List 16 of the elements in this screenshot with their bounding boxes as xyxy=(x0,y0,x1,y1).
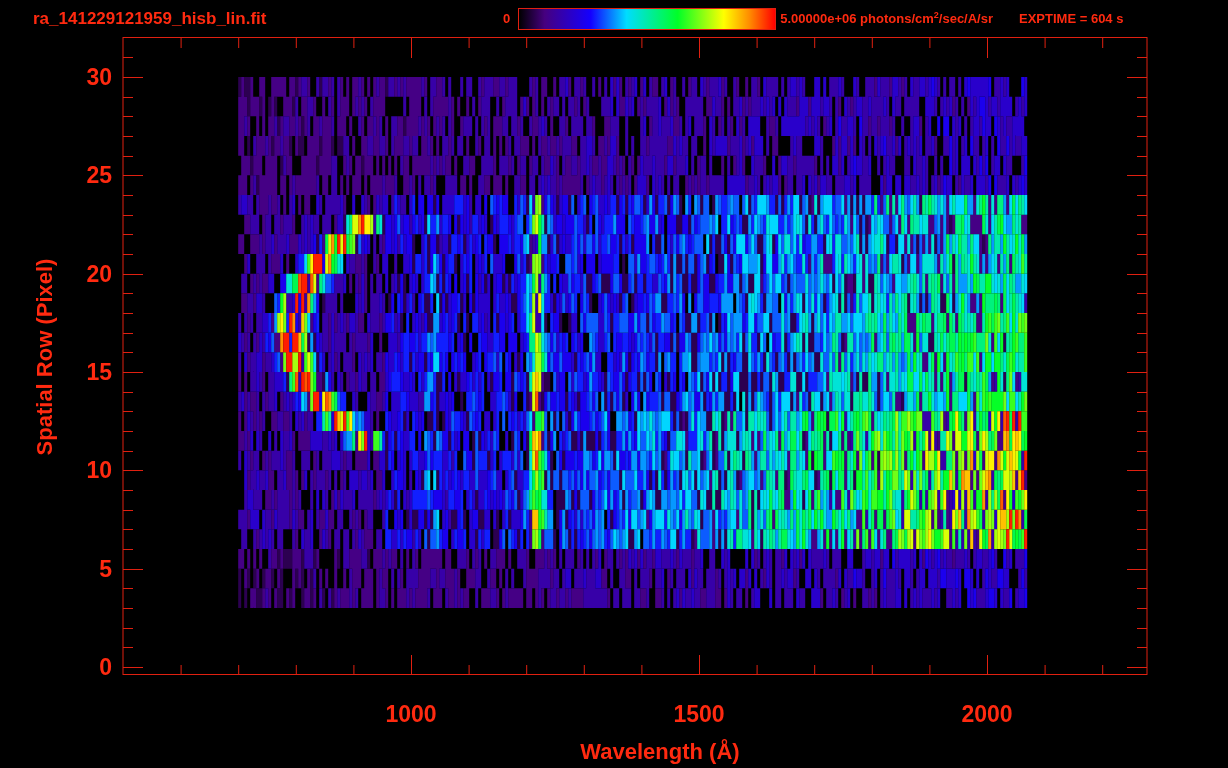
tick-label: 0 xyxy=(99,654,112,680)
axis-title: Spatial Row (Pixel) xyxy=(32,258,57,456)
tick-label: 5 xyxy=(99,555,112,582)
exposure-time-label: EXPTIME = 604 s xyxy=(1019,11,1124,26)
tick-label: 30 xyxy=(86,64,112,90)
tick-label: 2000 xyxy=(961,701,1013,727)
tick-label: 25 xyxy=(86,162,112,189)
file-title: ra_141229121959_hisb_lin.fit xyxy=(33,8,268,29)
tick-label: 20 xyxy=(86,260,112,287)
color-bar-max-label: 5.00000e+06 photons/cm$^{2}$/sec/A/sr xyxy=(780,10,993,27)
tick-label: 10 xyxy=(86,457,112,484)
axis-title: Wavelength (Å) xyxy=(580,739,740,764)
tick-label: 15 xyxy=(86,359,112,385)
tick-label: 1500 xyxy=(673,701,725,727)
tick-label: 1000 xyxy=(385,701,437,727)
color-bar-min-label: 0 xyxy=(503,11,511,26)
